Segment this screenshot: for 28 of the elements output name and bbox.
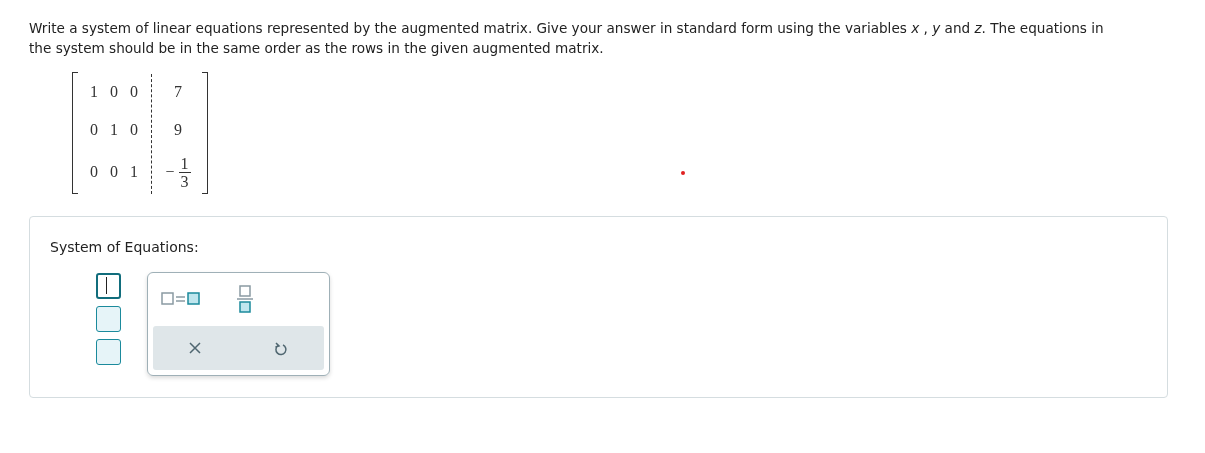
matrix-entry: 1 bbox=[130, 163, 138, 181]
clear-button[interactable] bbox=[189, 342, 202, 354]
fraction-template-icon bbox=[237, 285, 253, 313]
answer-field[interactable] bbox=[96, 339, 121, 365]
matrix-entry: 7 bbox=[174, 83, 182, 101]
matrix-entry: 0 bbox=[130, 121, 138, 139]
matrix-entry: 9 bbox=[174, 121, 182, 139]
close-icon bbox=[189, 342, 202, 354]
undo-icon bbox=[273, 340, 288, 356]
matrix-entry: 0 bbox=[90, 163, 98, 181]
minus-sign: − bbox=[165, 163, 175, 181]
matrix-entry: 0 bbox=[110, 163, 118, 181]
answer-field[interactable] bbox=[96, 273, 121, 299]
answer-field[interactable] bbox=[96, 306, 121, 332]
fraction-template-button[interactable] bbox=[237, 285, 253, 313]
undo-button[interactable] bbox=[273, 340, 288, 356]
matrix-entry: 1 bbox=[110, 121, 118, 139]
matrix-entry: 1 bbox=[90, 83, 98, 101]
instructions-text: Write a system of linear equations represented by the augmented matrix. Give your answer in standard form using the variables x , y and z. The equations in the system should be in the same order as the rows in the given augmented matrix. bbox=[29, 19, 1105, 58]
dot-mark bbox=[681, 171, 685, 175]
text-cursor-icon bbox=[106, 277, 107, 294]
matrix-entry: 0 bbox=[90, 121, 98, 139]
equation-template-button[interactable] bbox=[161, 292, 201, 306]
matrix-entry: 0 bbox=[130, 83, 138, 101]
fraction: 1 3 bbox=[178, 154, 191, 190]
matrix-entry: 0 bbox=[110, 83, 118, 101]
answer-label: System of Equations: bbox=[50, 239, 199, 255]
equation-template-icon bbox=[161, 292, 201, 306]
